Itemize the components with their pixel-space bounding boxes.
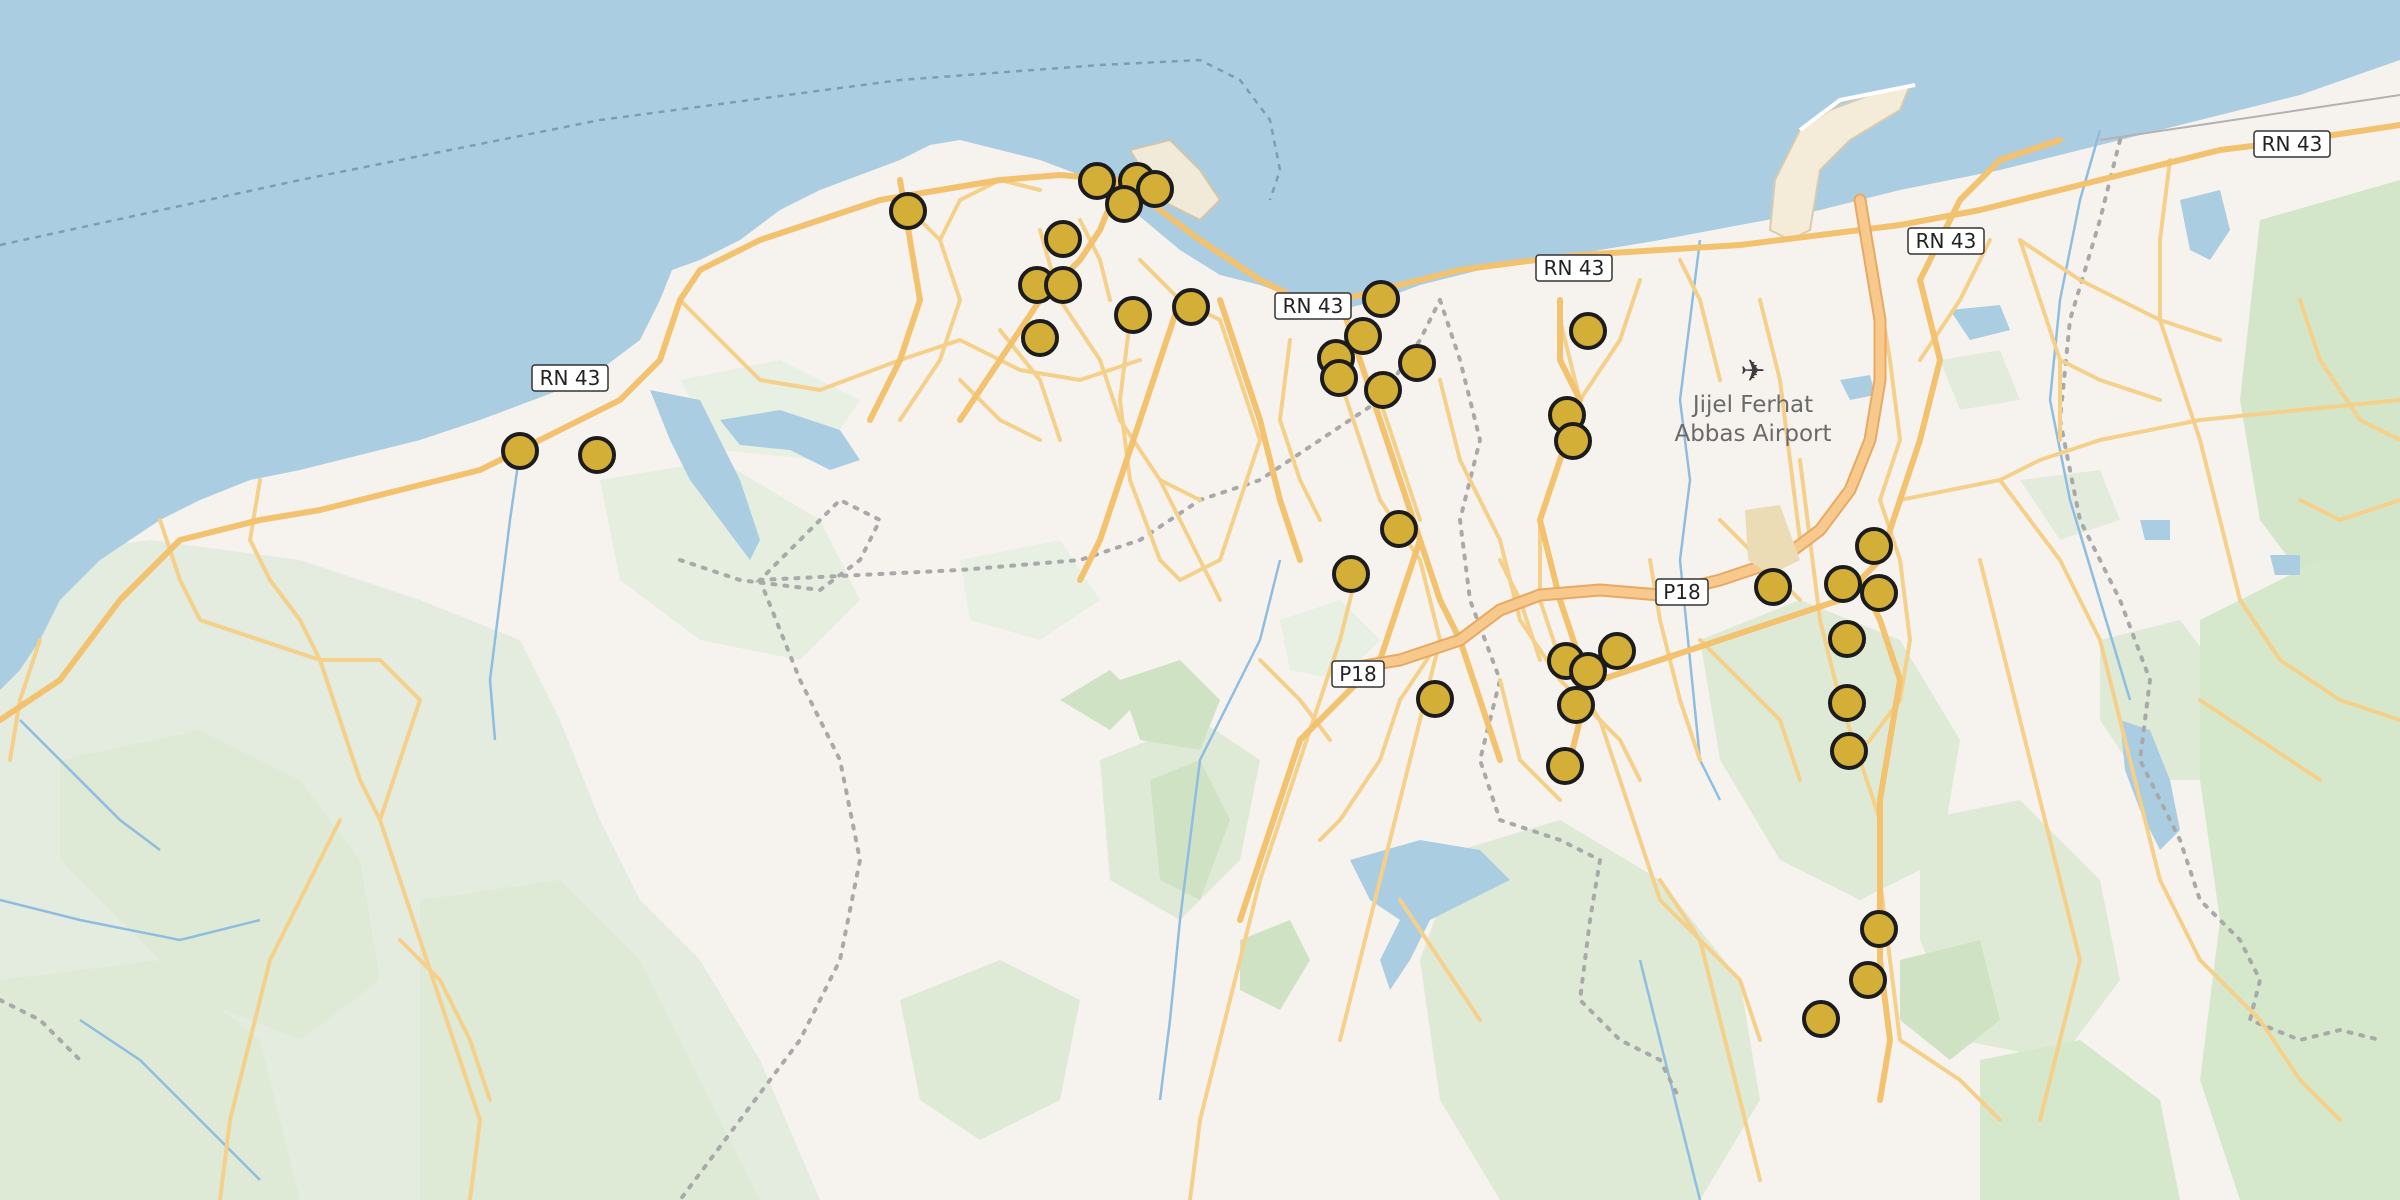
map-marker[interactable]: [1546, 747, 1584, 785]
map-marker[interactable]: [1021, 319, 1059, 357]
map-marker[interactable]: [1398, 344, 1436, 382]
map-marker[interactable]: [1802, 1000, 1840, 1038]
road-shield-p18-1: P18: [1655, 578, 1709, 606]
map-marker[interactable]: [501, 432, 539, 470]
road-shield-rn43-4: RN 43: [1907, 227, 1985, 255]
map-view[interactable]: RN 43 RN 43 RN 43 RN 43 RN 43 P18 P18 ✈ Jijel …: [0, 0, 2400, 1200]
map-marker[interactable]: [1598, 632, 1636, 670]
map-marker[interactable]: [1828, 684, 1866, 722]
airport-name-line1: Jijel Ferhat: [1691, 392, 1813, 418]
road-shield-label: RN 43: [2262, 132, 2323, 156]
road-shield-label: P18: [1663, 580, 1701, 604]
map-marker[interactable]: [1044, 266, 1082, 304]
airport-name-line2: Abbas Airport: [1674, 421, 1831, 447]
map-marker[interactable]: [1860, 574, 1898, 612]
map-marker[interactable]: [1828, 620, 1866, 658]
map-marker[interactable]: [1105, 185, 1143, 223]
map-marker[interactable]: [578, 436, 616, 474]
map-marker[interactable]: [1855, 527, 1893, 565]
road-shield-rn43-3: RN 43: [1535, 254, 1613, 282]
map-marker[interactable]: [1849, 961, 1887, 999]
road-shield-label: RN 43: [1916, 229, 1977, 253]
map-marker[interactable]: [1380, 510, 1418, 548]
map-canvas: RN 43 RN 43 RN 43 RN 43 RN 43 P18 P18 ✈ Jijel …: [0, 0, 2400, 1200]
map-marker[interactable]: [1830, 732, 1868, 770]
airplane-icon: ✈: [1740, 354, 1765, 389]
map-marker[interactable]: [889, 192, 927, 230]
map-marker[interactable]: [1172, 288, 1210, 326]
road-shield-label: P18: [1339, 662, 1377, 686]
map-marker[interactable]: [1332, 555, 1370, 593]
map-marker[interactable]: [1136, 170, 1174, 208]
road-shield-rn43-2: RN 43: [1274, 292, 1352, 320]
road-shield-label: RN 43: [1544, 256, 1605, 280]
road-shield-p18-2: P18: [1331, 660, 1385, 688]
map-marker[interactable]: [1557, 686, 1595, 724]
map-marker[interactable]: [1364, 371, 1402, 409]
road-shield-label: RN 43: [540, 366, 601, 390]
map-marker[interactable]: [1569, 312, 1607, 350]
map-marker[interactable]: [1416, 680, 1454, 718]
road-shield-rn43-5: RN 43: [2253, 130, 2331, 158]
map-marker[interactable]: [1754, 568, 1792, 606]
map-marker[interactable]: [1044, 220, 1082, 258]
road-shield-label: RN 43: [1283, 294, 1344, 318]
map-marker[interactable]: [1114, 296, 1152, 334]
road-shield-rn43-1: RN 43: [531, 364, 609, 392]
map-marker[interactable]: [1860, 910, 1898, 948]
map-marker[interactable]: [1824, 565, 1862, 603]
map-marker[interactable]: [1554, 422, 1592, 460]
map-marker[interactable]: [1362, 280, 1400, 318]
map-marker[interactable]: [1320, 359, 1358, 397]
